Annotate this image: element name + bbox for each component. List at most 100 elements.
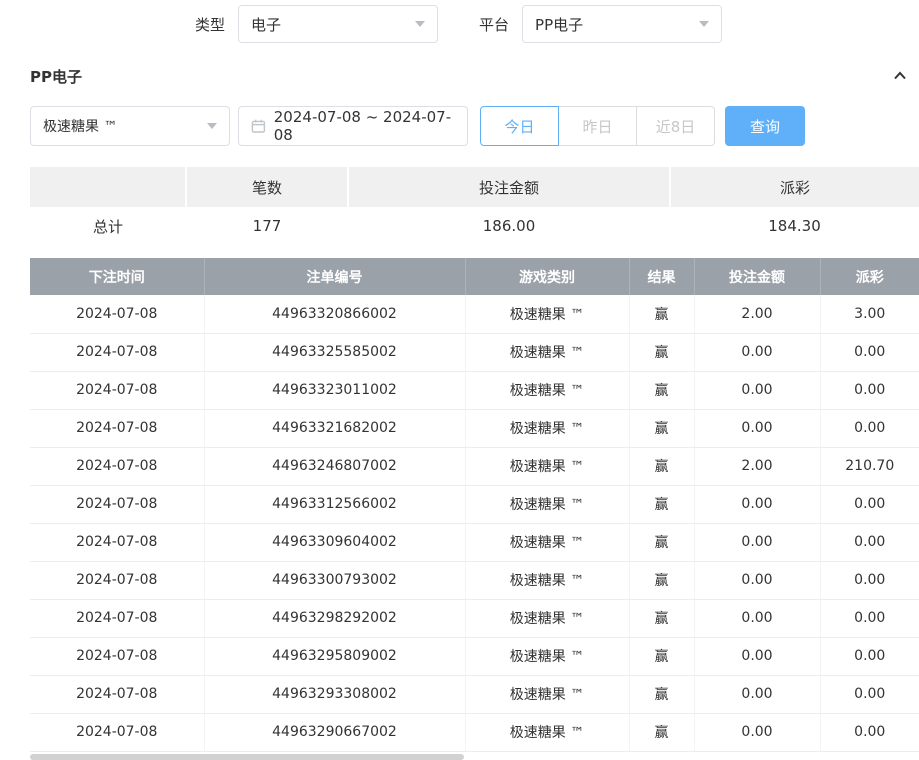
table-cell: 赢 <box>629 333 694 371</box>
table-cell: 2.00 <box>694 447 820 485</box>
table-cell: 2024-07-08 <box>30 675 204 713</box>
table-cell: 极速糖果 ™ <box>465 409 629 447</box>
collapse-section-button[interactable] <box>891 67 909 85</box>
table-cell: 2024-07-08 <box>30 447 204 485</box>
table-cell: 0.00 <box>694 599 820 637</box>
bets-header-payout: 派彩 <box>820 258 919 295</box>
table-row: 2024-07-0844963290667002极速糖果 ™赢0.000.00 <box>30 713 919 751</box>
table-cell: 44963321682002 <box>204 409 465 447</box>
table-cell: 44963323011002 <box>204 371 465 409</box>
table-cell: 赢 <box>629 561 694 599</box>
chevron-up-icon <box>891 67 909 85</box>
table-row: 2024-07-0844963246807002极速糖果 ™赢2.00210.7… <box>30 447 919 485</box>
table-cell: 0.00 <box>820 599 919 637</box>
yesterday-button[interactable]: 昨日 <box>558 106 637 146</box>
table-cell: 0.00 <box>820 561 919 599</box>
game-select-value: 极速糖果 ™ <box>43 116 117 136</box>
section-title: PP电子 <box>30 66 82 87</box>
platform-select[interactable]: PP电子 <box>522 5 722 43</box>
table-cell: 0.00 <box>694 713 820 751</box>
bets-table: 下注时间 注单编号 游戏类别 结果 投注金额 派彩 2024-07-084496… <box>30 258 919 752</box>
table-row: 2024-07-0844963300793002极速糖果 ™赢0.000.00 <box>30 561 919 599</box>
today-button[interactable]: 今日 <box>480 106 559 146</box>
table-cell: 0.00 <box>694 371 820 409</box>
table-row: 2024-07-0844963309604002极速糖果 ™赢0.000.00 <box>30 523 919 561</box>
bets-table-body: 2024-07-0844963320866002极速糖果 ™赢2.003.002… <box>30 295 919 751</box>
bets-header-game: 游戏类别 <box>465 258 629 295</box>
table-cell: 2024-07-08 <box>30 637 204 675</box>
table-cell: 极速糖果 ™ <box>465 675 629 713</box>
date-range-input[interactable]: 2024-07-08 ~ 2024-07-08 <box>238 106 468 146</box>
table-cell: 极速糖果 ™ <box>465 637 629 675</box>
table-cell: 0.00 <box>820 713 919 751</box>
table-cell: 极速糖果 ™ <box>465 371 629 409</box>
table-cell: 2024-07-08 <box>30 561 204 599</box>
bets-header-row: 下注时间 注单编号 游戏类别 结果 投注金额 派彩 <box>30 258 919 295</box>
table-cell: 2024-07-08 <box>30 371 204 409</box>
table-cell: 极速糖果 ™ <box>465 561 629 599</box>
summary-header-count: 笔数 <box>186 167 348 207</box>
table-cell: 44963325585002 <box>204 333 465 371</box>
search-button[interactable]: 查询 <box>725 106 805 146</box>
table-cell: 赢 <box>629 713 694 751</box>
type-select[interactable]: 电子 <box>238 5 438 43</box>
table-cell: 210.70 <box>820 447 919 485</box>
table-cell: 44963290667002 <box>204 713 465 751</box>
summary-total-bet-amount: 186.00 <box>348 207 670 245</box>
table-row: 2024-07-0844963298292002极速糖果 ™赢0.000.00 <box>30 599 919 637</box>
bets-header-time: 下注时间 <box>30 258 204 295</box>
platform-select-value: PP电子 <box>535 14 583 35</box>
table-cell: 44963293308002 <box>204 675 465 713</box>
table-cell: 极速糖果 ™ <box>465 333 629 371</box>
table-cell: 极速糖果 ™ <box>465 599 629 637</box>
type-label: 类型 <box>195 14 225 35</box>
table-row: 2024-07-0844963312566002极速糖果 ™赢0.000.00 <box>30 485 919 523</box>
table-cell: 赢 <box>629 637 694 675</box>
table-cell: 极速糖果 ™ <box>465 523 629 561</box>
chevron-down-icon <box>699 21 709 27</box>
bets-header-bet-id: 注单编号 <box>204 258 465 295</box>
calendar-icon <box>251 118 266 134</box>
table-cell: 赢 <box>629 371 694 409</box>
table-cell: 0.00 <box>820 333 919 371</box>
last-8-days-button[interactable]: 近8日 <box>636 106 715 146</box>
table-cell: 赢 <box>629 447 694 485</box>
table-row: 2024-07-0844963323011002极速糖果 ™赢0.000.00 <box>30 371 919 409</box>
table-cell: 44963309604002 <box>204 523 465 561</box>
summary-header-empty <box>30 167 186 207</box>
date-range-value: 2024-07-08 ~ 2024-07-08 <box>274 108 455 144</box>
table-cell: 2024-07-08 <box>30 485 204 523</box>
table-cell: 0.00 <box>694 523 820 561</box>
table-row: 2024-07-0844963321682002极速糖果 ™赢0.000.00 <box>30 409 919 447</box>
table-cell: 0.00 <box>820 371 919 409</box>
table-cell: 0.00 <box>820 409 919 447</box>
table-cell: 44963246807002 <box>204 447 465 485</box>
table-cell: 极速糖果 ™ <box>465 447 629 485</box>
chevron-down-icon <box>415 21 425 27</box>
table-cell: 极速糖果 ™ <box>465 485 629 523</box>
table-row: 2024-07-0844963293308002极速糖果 ™赢0.000.00 <box>30 675 919 713</box>
table-cell: 赢 <box>629 295 694 333</box>
summary-header-bet-amount: 投注金额 <box>348 167 670 207</box>
summary-table: 笔数 投注金额 派彩 总计 177 186.00 184.30 <box>30 167 919 245</box>
table-cell: 0.00 <box>694 409 820 447</box>
summary-total-row: 总计 177 186.00 184.30 <box>30 207 919 245</box>
platform-label: 平台 <box>479 14 509 35</box>
table-cell: 0.00 <box>820 485 919 523</box>
game-select[interactable]: 极速糖果 ™ <box>30 106 230 146</box>
table-cell: 极速糖果 ™ <box>465 713 629 751</box>
table-cell: 2024-07-08 <box>30 599 204 637</box>
table-cell: 44963295809002 <box>204 637 465 675</box>
table-cell: 0.00 <box>694 675 820 713</box>
table-cell: 44963300793002 <box>204 561 465 599</box>
table-cell: 0.00 <box>820 523 919 561</box>
table-cell: 44963320866002 <box>204 295 465 333</box>
bets-header-bet-amount: 投注金额 <box>694 258 820 295</box>
summary-total-payout: 184.30 <box>670 207 919 245</box>
table-cell: 赢 <box>629 409 694 447</box>
top-filter-bar: 类型 电子 平台 PP电子 <box>0 0 919 48</box>
table-cell: 0.00 <box>694 485 820 523</box>
table-cell: 0.00 <box>694 333 820 371</box>
table-cell: 0.00 <box>694 637 820 675</box>
table-cell: 44963312566002 <box>204 485 465 523</box>
